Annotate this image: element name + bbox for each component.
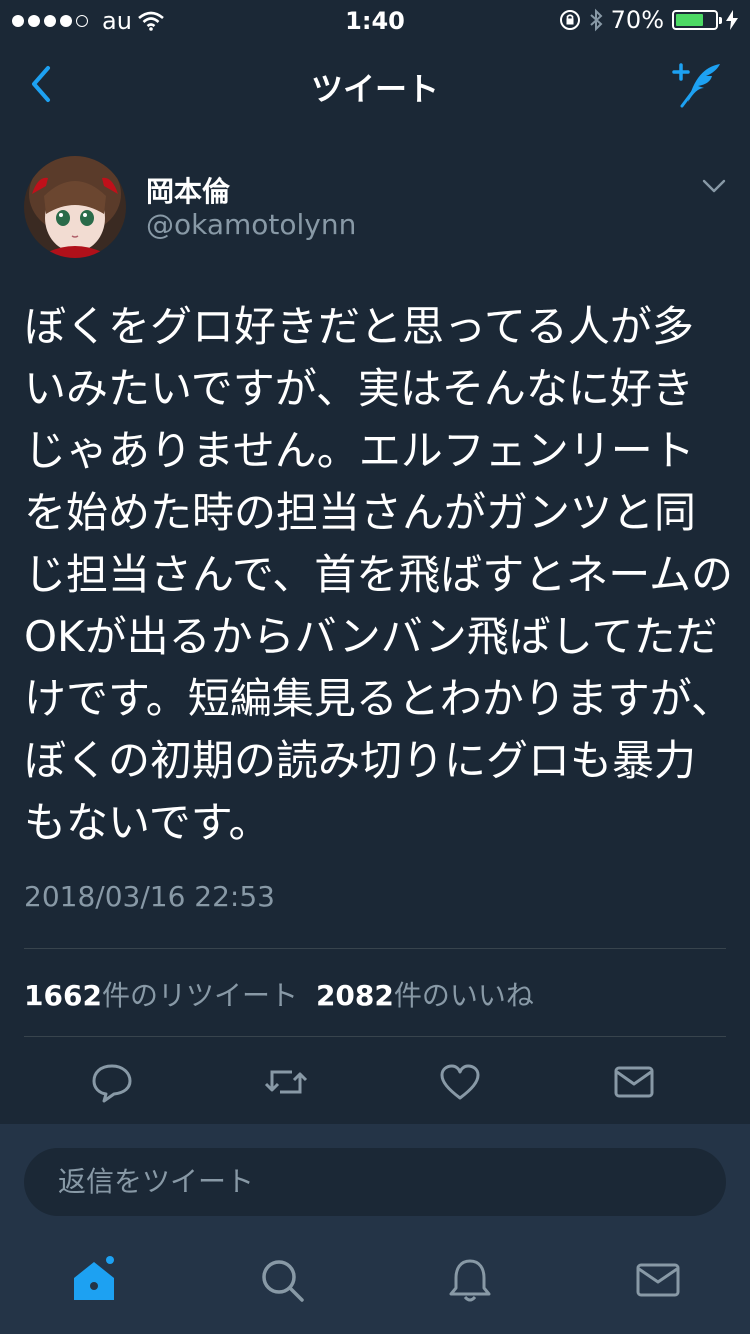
like-label: 件のいいね bbox=[393, 979, 534, 1012]
like-stat[interactable]: 2082件のいいね bbox=[316, 974, 534, 1014]
envelope-icon[interactable] bbox=[612, 1060, 656, 1104]
charging-icon bbox=[726, 10, 738, 30]
tweet-actions bbox=[0, 1048, 750, 1124]
display-name[interactable]: 岡本倫 bbox=[146, 170, 230, 210]
avatar[interactable] bbox=[24, 156, 126, 258]
user-handle[interactable]: @okamotolynn bbox=[146, 208, 356, 241]
search-icon[interactable] bbox=[258, 1256, 306, 1304]
compose-tweet-icon[interactable] bbox=[670, 58, 730, 110]
home-icon[interactable] bbox=[70, 1256, 118, 1304]
tab-bar bbox=[0, 1232, 750, 1334]
reply-icon[interactable] bbox=[90, 1060, 134, 1104]
messages-envelope-icon[interactable] bbox=[634, 1256, 682, 1304]
divider bbox=[24, 1036, 726, 1037]
divider bbox=[24, 948, 726, 949]
tweet-detail: 岡本倫 @okamotolynn ぼくをグロ好きだと思ってる人が多いみたいですが… bbox=[0, 128, 750, 1124]
bell-icon[interactable] bbox=[446, 1256, 494, 1304]
tweet-text: ぼくをグロ好きだと思ってる人が多いみたいですが、実はそんなに好きじゃありません。… bbox=[24, 302, 733, 847]
retweet-icon[interactable] bbox=[264, 1060, 308, 1104]
battery-percent: 70% bbox=[610, 6, 664, 34]
battery-icon bbox=[672, 10, 722, 30]
retweet-stat[interactable]: 1662件のリツイート bbox=[24, 974, 298, 1014]
status-bar: au 1:40 70% bbox=[0, 0, 750, 40]
bluetooth-icon bbox=[589, 8, 603, 32]
chevron-down-icon[interactable] bbox=[702, 178, 726, 194]
navigation-bar: ツイート bbox=[0, 40, 750, 129]
like-count: 2082 bbox=[315, 979, 394, 1012]
orientation-lock-icon bbox=[559, 10, 580, 30]
tweet-stats: 1662件のリツイート 2082件のいいね bbox=[24, 974, 534, 1014]
status-right: 70% bbox=[559, 6, 738, 34]
page-title: ツイート bbox=[310, 70, 439, 108]
retweet-label: 件のリツイート bbox=[101, 979, 298, 1012]
reply-input[interactable]: 返信をツイート bbox=[24, 1148, 726, 1216]
tweet-timestamp: 2018/03/16 22:53 bbox=[24, 880, 275, 913]
reply-area: 返信をツイート bbox=[0, 1124, 750, 1232]
battery-fill bbox=[676, 14, 703, 26]
retweet-count: 1662 bbox=[24, 979, 102, 1012]
heart-icon[interactable] bbox=[438, 1060, 482, 1104]
